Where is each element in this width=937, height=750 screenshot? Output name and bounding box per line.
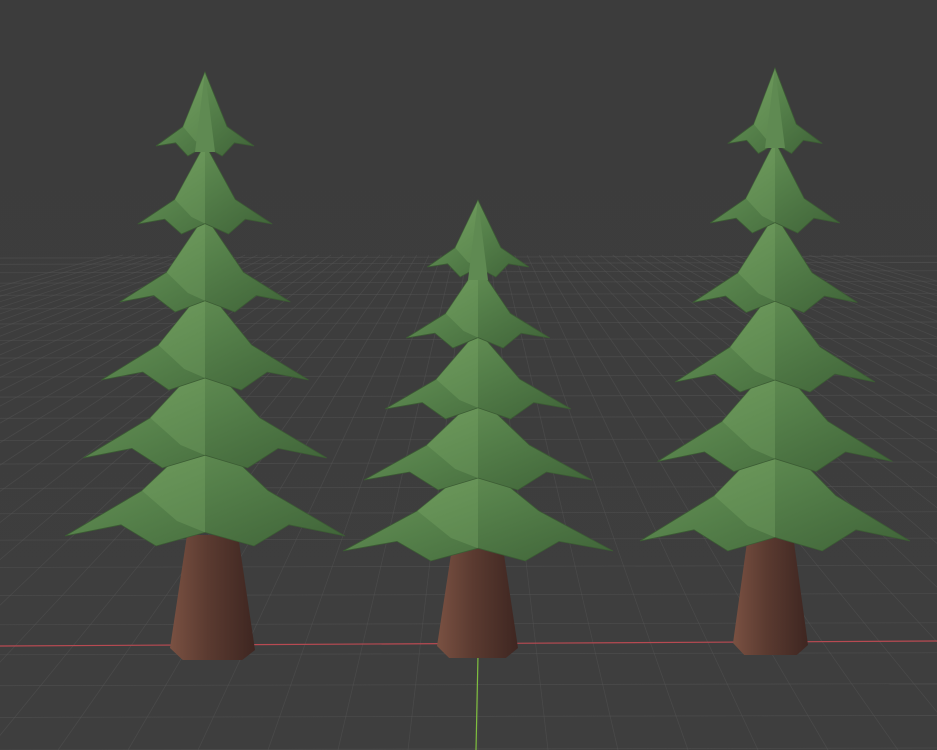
- grid-line: [0, 715, 937, 718]
- grid-line: [0, 254, 136, 297]
- grid-line: [514, 254, 689, 750]
- grid-line: [267, 254, 442, 750]
- grid-line: [0, 254, 111, 287]
- pine-tree-left[interactable]: [64, 70, 346, 660]
- tree-trunk: [437, 540, 518, 658]
- tree-trunk: [733, 535, 808, 655]
- grid-line: [0, 683, 937, 687]
- pine-tree-right[interactable]: [639, 66, 911, 655]
- grid-line: [833, 254, 937, 287]
- grid-line: [845, 254, 937, 282]
- viewport-scene[interactable]: [0, 0, 937, 750]
- 3d-viewport[interactable]: [0, 0, 937, 750]
- pine-tree-center[interactable]: [342, 199, 614, 658]
